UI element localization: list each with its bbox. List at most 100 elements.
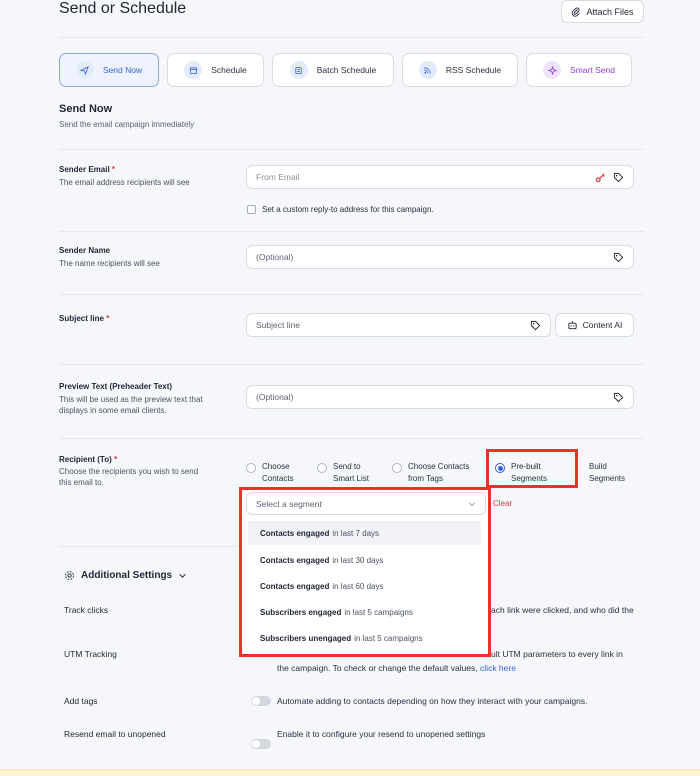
segment-option[interactable]: Contacts engaged in last 60 days [248, 574, 481, 598]
content-ai-button[interactable]: Content AI [555, 313, 634, 337]
reply-to-label: Set a custom reply-to address for this c… [262, 205, 434, 214]
utm-desc-line1: ult UTM parameters to every link in [491, 649, 623, 659]
resend-desc: Enable it to configure your resend to un… [277, 729, 486, 739]
segment-option[interactable]: Contacts engaged in last 30 days [248, 548, 481, 572]
radio-label: Choose Contacts from Tags [408, 461, 469, 485]
recipient-help: Choose the recipients you wish to send t… [59, 466, 198, 488]
subject-label: Subject line * [59, 314, 109, 323]
tab-label: Schedule [211, 65, 247, 75]
tab-label: Smart Send [570, 65, 615, 75]
additional-settings-toggle[interactable]: Additional Settings [64, 570, 187, 581]
divider [59, 438, 644, 439]
label-line: Choose [262, 462, 290, 471]
radio-label: Build Segments [589, 461, 625, 485]
recipient-label: Recipient (To) * [59, 455, 117, 464]
radio-button[interactable] [246, 463, 256, 473]
tag-icon[interactable] [530, 320, 541, 331]
divider [59, 231, 644, 232]
radio-build-segments[interactable]: Build Segments [573, 461, 625, 485]
label-line: Pre-built [511, 462, 541, 471]
tag-icon[interactable] [613, 392, 624, 403]
label-line: Segments [511, 474, 548, 483]
sender-email-placeholder: From Email [256, 172, 300, 182]
calendar-icon [184, 61, 203, 79]
paper-plane-icon [75, 61, 94, 79]
tag-icon[interactable] [613, 172, 624, 183]
resend-label: Resend email to unopened [64, 729, 166, 739]
reply-to-checkbox[interactable] [247, 205, 256, 214]
radio-prebuilt-segments[interactable]: Pre-built Segments [495, 461, 547, 485]
divider [59, 149, 644, 150]
tab-smart-send[interactable]: Smart Send [526, 53, 632, 87]
help-line: Choose the recipients you wish to send [59, 467, 199, 476]
help-line: This will be used as the preview text th… [59, 395, 203, 404]
page-title: Send or Schedule [59, 0, 187, 17]
resend-toggle[interactable] [251, 739, 271, 749]
label-line: Contacts [262, 474, 294, 483]
track-clicks-label: Track clicks [64, 605, 109, 615]
rss-icon [418, 61, 437, 79]
add-tags-label: Add tags [64, 696, 98, 706]
add-tags-toggle[interactable] [251, 696, 271, 706]
sparkle-icon [543, 61, 562, 79]
tab-batch-schedule[interactable]: Batch Schedule [272, 53, 394, 87]
utm-click-here-link[interactable]: click here [480, 663, 516, 673]
attach-files-label: Attach Files [586, 6, 634, 17]
sender-name-label: Sender Name [59, 246, 111, 255]
batch-calendar-icon [289, 61, 308, 79]
sender-email-help: The email address recipients will see [59, 178, 190, 187]
sender-name-placeholder: (Optional) [256, 252, 294, 262]
radio-label: Pre-built Segments [511, 461, 547, 485]
tab-label: RSS Schedule [445, 65, 502, 75]
tag-icon[interactable] [613, 252, 624, 263]
required-marker: * [113, 455, 118, 464]
divider [59, 37, 644, 38]
divider [59, 294, 644, 295]
track-clicks-desc: ach link were clicked, and who did the [491, 605, 634, 615]
sender-email-field[interactable]: From Email [246, 165, 634, 189]
utm-label: UTM Tracking [64, 649, 117, 659]
section-subtitle: Send the email campaign immediately [59, 120, 195, 129]
segment-rest: in last 60 days [332, 581, 384, 591]
radio-button[interactable] [392, 463, 402, 473]
radio-button[interactable] [317, 463, 327, 473]
segment-bold: Contacts engaged [260, 581, 330, 591]
segment-option[interactable]: Subscribers engaged in last 5 campaigns [248, 600, 481, 624]
subject-field[interactable]: Subject line [246, 313, 551, 337]
sender-email-label: Sender Email * [59, 165, 115, 174]
segment-bold: Contacts engaged [260, 528, 330, 538]
segment-options: Contacts engaged in last 7 days Contacts … [239, 487, 491, 657]
sender-name-field[interactable]: (Optional) [246, 245, 634, 269]
radio-smart-list[interactable]: Send to Smart List [317, 461, 369, 485]
segment-option[interactable]: Subscribers unengaged in last 5 campaigns [248, 626, 481, 650]
radio-choose-contacts[interactable]: Choose Contacts [246, 461, 294, 485]
preview-field[interactable]: (Optional) [246, 385, 634, 409]
label-line: Build [589, 462, 607, 471]
tab-label: Send Now [102, 65, 143, 75]
segment-rest: in last 5 campaigns [344, 607, 413, 617]
tab-label: Batch Schedule [316, 65, 377, 75]
radio-from-tags[interactable]: Choose Contacts from Tags [392, 461, 469, 485]
help-line: displays in some email clients. [59, 406, 167, 415]
tab-rss-schedule[interactable]: RSS Schedule [402, 53, 518, 87]
bottom-notice-bar [0, 769, 700, 776]
robot-icon [568, 320, 577, 329]
segment-rest: in last 5 campaigns [354, 633, 423, 643]
key-icon[interactable] [595, 172, 606, 183]
clear-link[interactable]: Clear [493, 499, 512, 508]
segment-rest: in last 30 days [332, 555, 384, 565]
chevron-down-icon [179, 574, 186, 578]
attach-files-button[interactable]: Attach Files [561, 0, 644, 23]
section-title: Send Now [59, 103, 113, 115]
segment-option[interactable]: Contacts engaged in last 7 days [248, 521, 481, 545]
preview-help: This will be used as the preview text th… [59, 394, 203, 416]
segment-bold: Contacts engaged [260, 555, 330, 565]
tab-schedule[interactable]: Schedule [167, 53, 264, 87]
utm-desc-text: the campaign. To check or change the def… [277, 663, 478, 673]
required-marker: * [111, 165, 116, 174]
tab-send-now[interactable]: Send Now [59, 53, 159, 87]
segment-rest: in last 7 days [332, 528, 380, 538]
gear-icon [65, 571, 74, 580]
radio-button-selected[interactable] [495, 463, 505, 473]
additional-settings-title: Additional Settings [81, 570, 173, 581]
